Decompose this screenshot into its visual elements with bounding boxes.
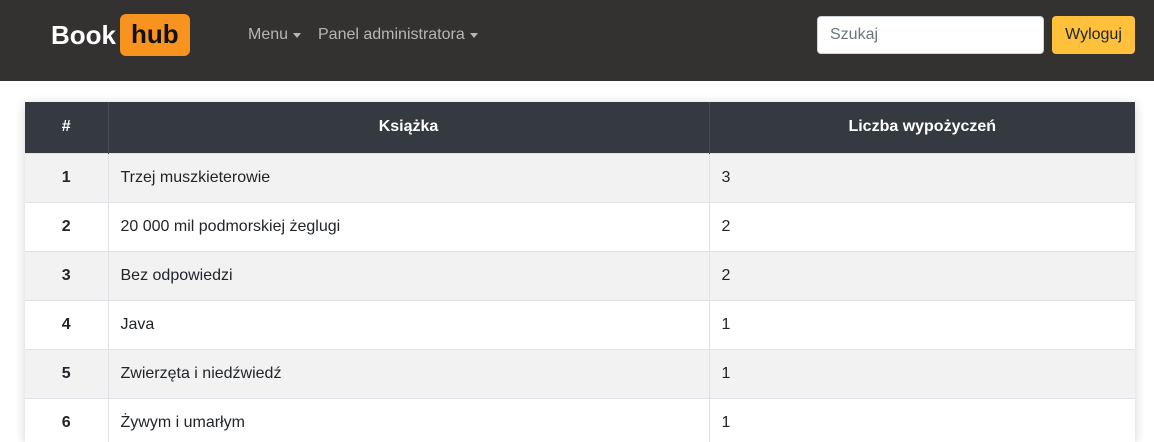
loan-count: 1 [709,299,1135,349]
loan-count: 1 [709,397,1135,442]
caret-down-icon [469,32,478,38]
book-title: Trzej muszkieterowie [108,152,710,202]
table-row: 3 Bez odpowiedzi 2 [25,250,1135,300]
row-number: 6 [25,397,109,442]
row-number: 2 [25,201,109,251]
brand-text-hub: hub [120,14,190,56]
row-number: 5 [25,348,109,398]
loan-count: 2 [709,201,1135,251]
header-book: Książka [108,102,710,153]
logout-button[interactable]: Wyloguj [1052,16,1135,54]
header-loan-count: Liczba wypożyczeń [709,102,1135,153]
admin-panel-dropdown-label: Panel administratora [318,26,465,43]
menu-dropdown-label: Menu [248,26,289,43]
table-row: 1 Trzej muszkieterowie 3 [25,152,1135,202]
row-number: 4 [25,299,109,349]
row-number: 3 [25,250,109,300]
loan-count: 1 [709,348,1135,398]
loans-ranking-table: # Książka Liczba wypożyczeń 1 Trzej musz… [25,102,1135,442]
loan-count: 3 [709,152,1135,202]
book-title: Bez odpowiedzi [108,250,710,300]
caret-down-icon [293,32,302,38]
table-row: 4 Java 1 [25,299,1135,349]
book-title: Żywym i umarłym [108,397,710,442]
table-row: 2 20 000 mil podmorskiej żeglugi 2 [25,201,1135,251]
table-row: 5 Zwierzęta i niedźwiedź 1 [25,348,1135,398]
top-navbar: Book hub Menu Panel administratora Wylog… [0,0,1154,81]
book-title: Java [108,299,710,349]
loans-ranking-table-card: # Książka Liczba wypożyczeń 1 Trzej musz… [25,102,1135,442]
brand-logo[interactable]: Book hub [51,14,190,56]
row-number: 1 [25,152,109,202]
table-header-row: # Książka Liczba wypożyczeń [25,102,1135,153]
brand-text-book: Book [51,19,116,50]
menu-dropdown[interactable]: Menu [248,24,302,46]
header-number: # [25,102,109,153]
book-title: Zwierzęta i niedźwiedź [108,348,710,398]
table-row: 6 Żywym i umarłym 1 [25,397,1135,442]
book-title: 20 000 mil podmorskiej żeglugi [108,201,710,251]
admin-panel-dropdown[interactable]: Panel administratora [318,24,478,46]
search-input[interactable] [817,16,1044,54]
loan-count: 2 [709,250,1135,300]
